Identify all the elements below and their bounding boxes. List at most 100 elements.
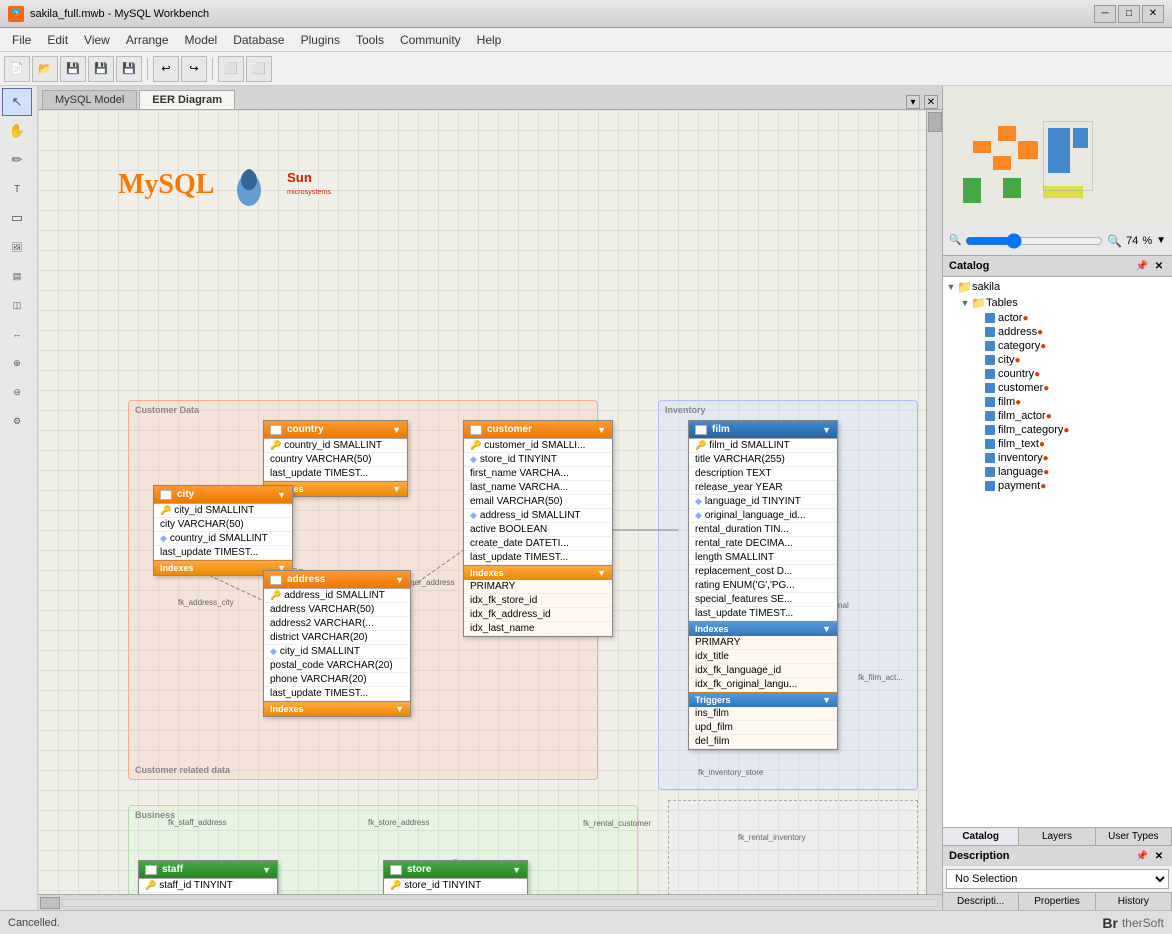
catalog-pin-button[interactable]: 📌 [1135,259,1149,273]
user-types-tab[interactable]: User Types [1096,828,1172,845]
tree-language[interactable]: language ● [945,465,1170,479]
new-button[interactable]: 📄 [4,56,30,82]
eraser-tool[interactable]: ✏ [2,146,32,174]
table-film-header[interactable]: film ▼ [689,421,837,438]
tree-country[interactable]: country ● [945,367,1170,381]
eer-canvas[interactable]: MySQL Sunmicrosystems Customer Data Cust… [38,110,942,894]
tab-eer-diagram[interactable]: EER Diagram [139,90,235,109]
tab-x-button[interactable]: ✕ [924,95,938,109]
tree-inventory[interactable]: inventory ● [945,451,1170,465]
tab-mysql-model[interactable]: MySQL Model [42,90,137,109]
minimize-button[interactable]: ─ [1094,5,1116,23]
tree-payment[interactable]: payment ● [945,479,1170,493]
menu-view[interactable]: View [76,31,118,49]
menu-database[interactable]: Database [225,31,292,49]
tree-film-category[interactable]: film_category ● [945,423,1170,437]
table-address[interactable]: address ▼ 🔑address_id SMALLINT address V… [263,570,411,717]
zoom-slider[interactable] [965,234,1103,248]
dot: ● [1022,313,1028,324]
scroll-thumb[interactable] [928,112,942,132]
menu-arrange[interactable]: Arrange [118,31,177,49]
table-staff-header[interactable]: staff ▼ [139,861,277,878]
tree-actor-label: actor [998,312,1022,324]
tree-tables-group[interactable]: ▼ 📁 Tables [945,295,1170,311]
view-tool[interactable]: ◫ [2,291,32,319]
tree-category[interactable]: category ● [945,339,1170,353]
tree-film-text[interactable]: film_text ● [945,437,1170,451]
catalog-close-button[interactable]: ✕ [1152,259,1166,273]
description-select[interactable]: No Selection [946,869,1169,889]
table-staff[interactable]: staff ▼ 🔑staff_id TINYINT first_name VAR… [138,860,278,894]
tree-expand-tables[interactable]: ▼ [959,298,971,308]
undo-button[interactable]: ↩ [153,56,179,82]
table-film-triggers-header[interactable]: Triggers ▼ [689,692,837,707]
catalog-tab[interactable]: Catalog [943,828,1019,845]
table-customer-indexes-header[interactable]: Indexes ▼ [464,565,612,580]
menu-help[interactable]: Help [469,31,510,49]
horizontal-scrollbar[interactable] [38,894,942,910]
tree-address[interactable]: address ● [945,325,1170,339]
menu-tools[interactable]: Tools [348,31,392,49]
canvas-scroll[interactable]: MySQL Sunmicrosystems Customer Data Cust… [38,110,942,894]
tree-expand-root[interactable]: ▼ [945,282,957,292]
zoom-dropdown[interactable]: ▼ [1156,235,1166,246]
catalog-tree[interactable]: ▼ 📁 sakila ▼ 📁 Tables actor ● [943,277,1172,827]
tool1-button[interactable]: ⬜ [218,56,244,82]
table-tool[interactable]: ▤ [2,262,32,290]
tree-root[interactable]: ▼ 📁 sakila [945,279,1170,295]
select-tool[interactable]: ↖ [2,88,32,116]
tree-customer[interactable]: customer ● [945,381,1170,395]
redo-button[interactable]: ↪ [181,56,207,82]
table-customer[interactable]: customer ▼ 🔑customer_id SMALLI... ◆store… [463,420,613,637]
rel3-tool[interactable]: ⊖ [2,378,32,406]
table-address-indexes[interactable]: Indexes ▼ [264,701,410,716]
tree-city[interactable]: city ● [945,353,1170,367]
save-button[interactable]: 💾 [60,56,86,82]
tree-film[interactable]: film ● [945,395,1170,409]
tree-film-actor[interactable]: film_actor ● [945,409,1170,423]
save2-button[interactable]: 💾 [116,56,142,82]
tree-actor[interactable]: actor ● [945,311,1170,325]
mini-viewport[interactable] [1043,121,1093,191]
desc-close-button[interactable]: ✕ [1152,849,1166,863]
save-as-button[interactable]: 💾 [88,56,114,82]
desc-tab-description[interactable]: Descripti... [943,893,1019,910]
vertical-scrollbar[interactable] [926,110,942,894]
text-tool[interactable]: T [2,175,32,203]
minimap[interactable]: 🔍 🔍 74 % ▼ [943,86,1172,256]
table-store[interactable]: store ▼ 🔑store_id TINYINT ◆manager_staff… [383,860,528,894]
close-button[interactable]: ✕ [1142,5,1164,23]
rel2-tool[interactable]: ⊕ [2,349,32,377]
table-city[interactable]: city ▼ 🔑city_id SMALLINT city VARCHAR(50… [153,485,293,576]
table-row: idx_title [689,650,837,664]
table-store-header[interactable]: store ▼ [384,861,527,878]
hscroll-track[interactable] [62,899,938,907]
table-film-indexes-header[interactable]: Indexes ▼ [689,621,837,636]
image-tool[interactable]: 🖼 [2,233,32,261]
tool2-button[interactable]: ⬜ [246,56,272,82]
layers-tab[interactable]: Layers [1019,828,1095,845]
hand-tool[interactable]: ✋ [2,117,32,145]
rel4-tool[interactable]: ⚙ [2,407,32,435]
menu-community[interactable]: Community [392,31,469,49]
desc-pin-button[interactable]: 📌 [1135,849,1149,863]
table-city-arrow: ▼ [277,490,286,500]
hscroll-thumb[interactable] [40,897,60,909]
table-film[interactable]: film ▼ 🔑film_id SMALLINT title VARCHAR(2… [688,420,838,750]
tab-close-button[interactable]: ▾ [906,95,920,109]
desc-tab-properties[interactable]: Properties [1019,893,1095,910]
table-city-header[interactable]: city ▼ [154,486,292,503]
table-customer-header[interactable]: customer ▼ [464,421,612,438]
table-address-header[interactable]: address ▼ [264,571,410,588]
menu-plugins[interactable]: Plugins [293,31,348,49]
table-country-header[interactable]: country ▼ [264,421,407,438]
menu-file[interactable]: File [4,31,39,49]
menu-edit[interactable]: Edit [39,31,76,49]
rel1-tool[interactable]: ↔ [2,320,32,348]
maximize-button[interactable]: □ [1118,5,1140,23]
desc-tab-history[interactable]: History [1096,893,1172,910]
rect-tool[interactable]: ▭ [2,204,32,232]
dot: ● [1043,453,1049,464]
open-button[interactable]: 📂 [32,56,58,82]
menu-model[interactable]: Model [177,31,226,49]
